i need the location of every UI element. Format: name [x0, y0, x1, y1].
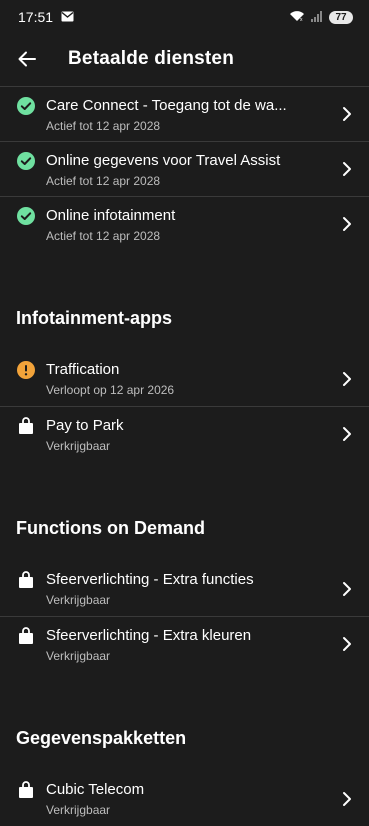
row-title: Cubic Telecom	[46, 781, 145, 798]
chevron-right-icon	[343, 637, 351, 651]
chevron-right-icon	[343, 107, 351, 121]
service-row-online-infotainment[interactable]: Online infotainment Actief tot 12 apr 20…	[0, 196, 369, 251]
chevron-right-icon	[343, 162, 351, 176]
row-title: Online gegevens voor Travel Assist	[46, 152, 281, 169]
row-subtitle: Actief tot 12 apr 2028	[46, 229, 161, 243]
arrow-left-icon	[18, 51, 36, 67]
service-row-travel-assist[interactable]: Online gegevens voor Travel Assist Actie…	[0, 141, 369, 196]
row-title: Traffication	[46, 361, 120, 378]
wifi-icon: x	[289, 9, 305, 25]
page-title: Betaalde diensten	[68, 48, 235, 69]
status-bar: 17:51 x 77	[0, 0, 369, 34]
status-right: x 77	[289, 9, 353, 25]
row-subtitle: Verkrijgbaar	[46, 593, 111, 607]
status-time: 17:51	[18, 9, 54, 25]
check-circle-icon	[17, 152, 35, 170]
row-subtitle: Actief tot 12 apr 2028	[46, 174, 161, 188]
content: Care Connect - Toegang tot de wa... Acti…	[0, 86, 369, 826]
signal-icon	[311, 9, 323, 25]
app-row-traffication[interactable]: Traffication Verloopt op 12 apr 2026	[0, 351, 369, 406]
section-title-fod: Functions on Demand	[16, 517, 205, 538]
status-left: 17:51	[18, 9, 74, 25]
service-row-care-connect[interactable]: Care Connect - Toegang tot de wa... Acti…	[0, 86, 369, 141]
check-circle-icon	[17, 97, 35, 115]
fod-row-extra-kleuren[interactable]: Sfeerverlichting - Extra kleuren Verkrij…	[0, 616, 369, 671]
row-title: Online infotainment	[46, 207, 176, 224]
row-subtitle: Verkrijgbaar	[46, 439, 111, 453]
chevron-right-icon	[343, 371, 351, 386]
row-subtitle: Verloopt op 12 apr 2026	[46, 383, 175, 397]
app-header: Betaalde diensten	[0, 34, 369, 84]
back-button[interactable]	[16, 48, 38, 70]
shopping-bag-icon	[17, 781, 35, 799]
shopping-bag-icon	[17, 417, 35, 435]
row-title: Sfeerverlichting - Extra kleuren	[46, 627, 252, 644]
shopping-bag-icon	[17, 627, 35, 645]
mail-icon	[61, 9, 74, 25]
battery-indicator: 77	[329, 10, 353, 24]
section-title-infotainment: Infotainment-apps	[16, 307, 172, 328]
data-row-cubic-telecom[interactable]: Cubic Telecom Verkrijgbaar	[0, 771, 369, 826]
row-title: Sfeerverlichting - Extra functies	[46, 571, 254, 588]
app-row-pay-to-park[interactable]: Pay to Park Verkrijgbaar	[0, 406, 369, 461]
chevron-right-icon	[343, 791, 351, 806]
section-title-data-packages: Gegevenspakketten	[16, 727, 187, 748]
chevron-right-icon	[343, 427, 351, 441]
fod-row-extra-functies[interactable]: Sfeerverlichting - Extra functies Verkri…	[0, 561, 369, 616]
row-subtitle: Verkrijgbaar	[46, 649, 111, 663]
row-title: Pay to Park	[46, 417, 124, 434]
warning-circle-icon	[17, 361, 35, 379]
row-title: Care Connect - Toegang tot de wa...	[46, 97, 287, 114]
row-subtitle: Actief tot 12 apr 2028	[46, 119, 161, 133]
chevron-right-icon	[343, 217, 351, 231]
row-subtitle: Verkrijgbaar	[46, 803, 111, 817]
check-circle-icon	[17, 207, 35, 225]
chevron-right-icon	[343, 581, 351, 596]
shopping-bag-icon	[17, 571, 35, 589]
